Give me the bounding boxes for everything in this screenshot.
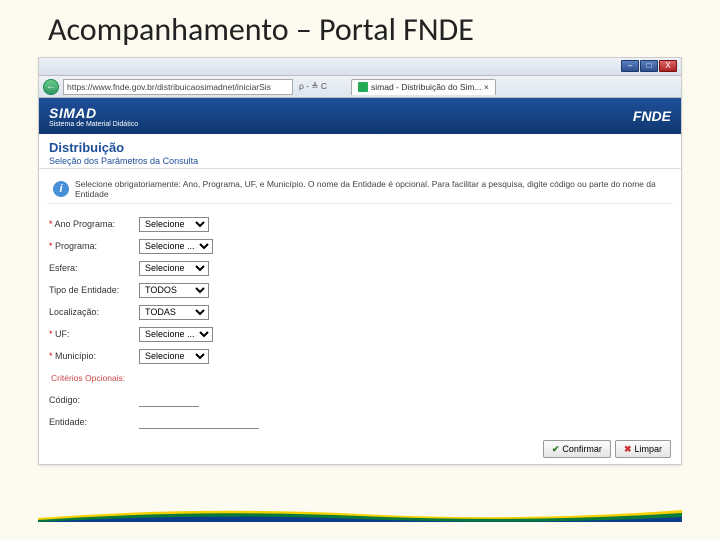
form-area: * Ano Programa: Selecione * Programa: Se… bbox=[39, 210, 681, 438]
system-subtitle: Sistema de Material Didático bbox=[49, 121, 138, 128]
button-row: ✔ Confirmar ✖ Limpar bbox=[543, 440, 671, 458]
section-title: Distribuição bbox=[49, 140, 671, 155]
info-icon: i bbox=[53, 181, 69, 197]
select-ano[interactable]: Selecione bbox=[139, 217, 209, 232]
label-local: Localização: bbox=[49, 307, 139, 317]
cancel-icon: ✖ bbox=[624, 444, 632, 455]
label-municipio: * Município: bbox=[49, 351, 139, 361]
info-banner: i Selecione obrigatoriamente: Ano, Progr… bbox=[47, 175, 673, 204]
cancel-button[interactable]: ✖ Limpar bbox=[615, 440, 671, 458]
window-maximize-button[interactable]: □ bbox=[640, 60, 658, 72]
address-bar[interactable]: https://www.fnde.gov.br/distribuicaosima… bbox=[63, 79, 293, 95]
tab-label: simad - Distribuição do Sim... × bbox=[371, 80, 489, 94]
window-titlebar: – □ X bbox=[39, 58, 681, 76]
system-name: SIMAD bbox=[49, 105, 138, 121]
input-entidade[interactable] bbox=[139, 416, 259, 429]
app-header: SIMAD Sistema de Material Didático FNDE bbox=[39, 98, 681, 134]
label-codigo: Código: bbox=[49, 395, 139, 405]
fnde-logo: FNDE bbox=[633, 108, 671, 124]
label-esfera: Esfera: bbox=[49, 263, 139, 273]
tab-favicon bbox=[358, 82, 368, 92]
label-entidade: Entidade: bbox=[49, 417, 139, 427]
slide-decoration-wave bbox=[38, 506, 682, 522]
select-tipo[interactable]: TODOS bbox=[139, 283, 209, 298]
select-uf[interactable]: Selecione ... bbox=[139, 327, 213, 342]
browser-window: – □ X ← https://www.fnde.gov.br/distribu… bbox=[38, 57, 682, 465]
label-programa: * Programa: bbox=[49, 241, 139, 251]
address-search-controls[interactable]: ρ - ≜ C bbox=[297, 81, 327, 92]
input-codigo[interactable] bbox=[139, 394, 199, 407]
section-subtitle: Seleção dos Parâmetros da Consulta bbox=[49, 156, 671, 166]
simad-logo: SIMAD Sistema de Material Didático bbox=[49, 105, 138, 128]
section-header: Distribuição Seleção dos Parâmetros da C… bbox=[39, 134, 681, 169]
label-criterios: Critérios Opcionais: bbox=[51, 373, 125, 383]
label-ano: * Ano Programa: bbox=[49, 219, 139, 229]
cancel-label: Limpar bbox=[634, 444, 662, 454]
window-minimize-button[interactable]: – bbox=[621, 60, 639, 72]
check-icon: ✔ bbox=[552, 444, 560, 455]
select-programa[interactable]: Selecione ... bbox=[139, 239, 213, 254]
nav-back-button[interactable]: ← bbox=[43, 79, 59, 95]
confirm-button[interactable]: ✔ Confirmar bbox=[543, 440, 611, 458]
label-uf: * UF: bbox=[49, 329, 139, 339]
confirm-label: Confirmar bbox=[562, 444, 602, 454]
browser-tab[interactable]: simad - Distribuição do Sim... × bbox=[351, 79, 496, 95]
select-local[interactable]: TODAS bbox=[139, 305, 209, 320]
browser-toolbar: ← https://www.fnde.gov.br/distribuicaosi… bbox=[39, 76, 681, 98]
window-close-button[interactable]: X bbox=[659, 60, 677, 72]
slide-title: Acompanhamento – Portal FNDE bbox=[0, 0, 720, 57]
info-text: Selecione obrigatoriamente: Ano, Program… bbox=[75, 179, 667, 199]
select-esfera[interactable]: Selecione bbox=[139, 261, 209, 276]
select-municipio[interactable]: Selecione bbox=[139, 349, 209, 364]
label-tipo: Tipo de Entidade: bbox=[49, 285, 139, 295]
